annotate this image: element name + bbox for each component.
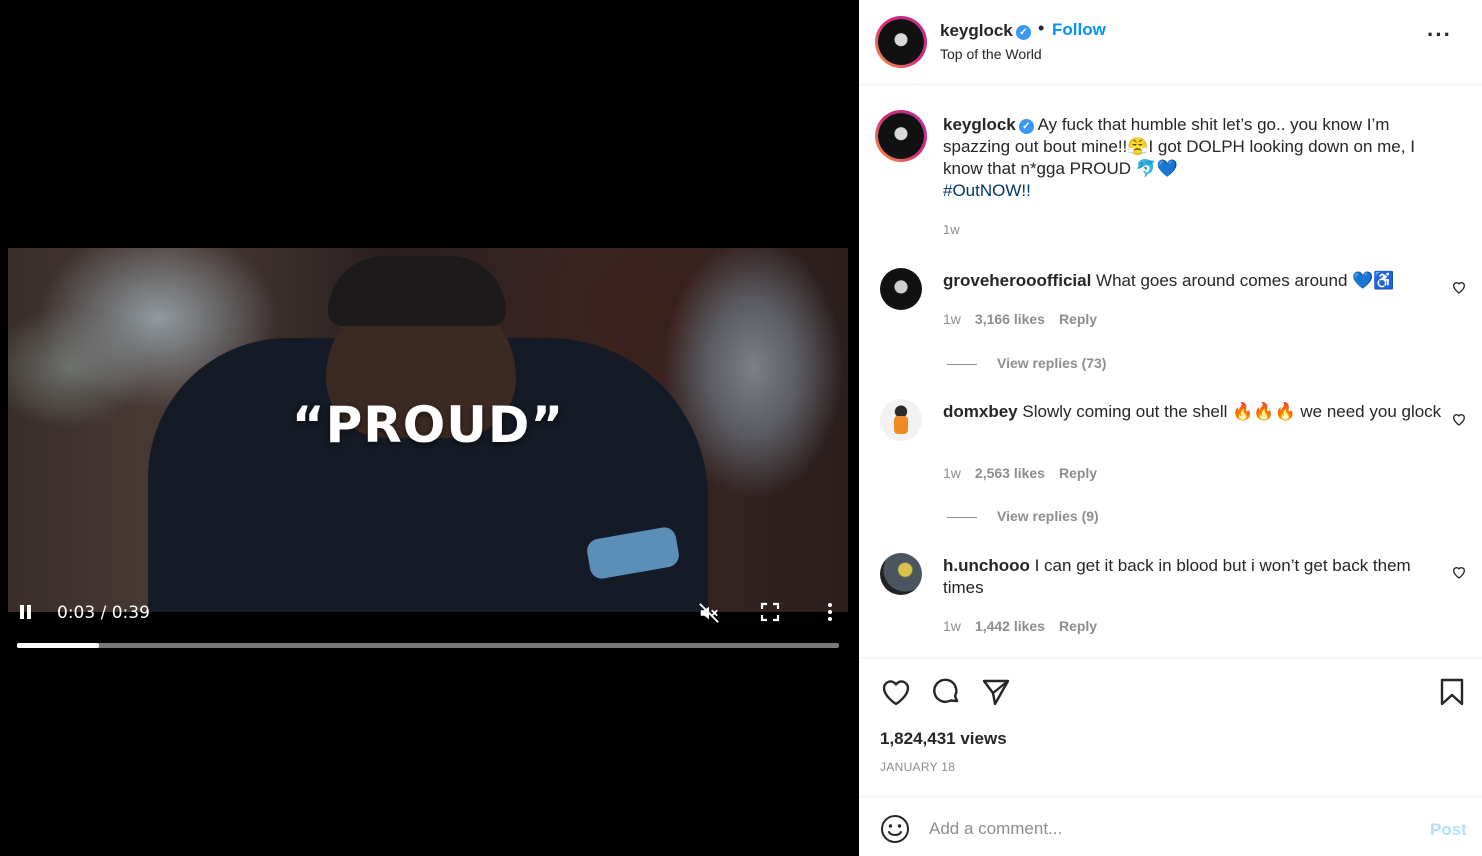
follow-button[interactable]: Follow [1052, 20, 1106, 40]
bookmark-icon[interactable] [1436, 676, 1468, 708]
comment-likes[interactable]: 3,166 likes [975, 311, 1045, 327]
comment-meta: 1w 1,442 likes Reply [943, 618, 1111, 634]
comment-time[interactable]: 1w [943, 465, 961, 481]
share-icon[interactable] [980, 676, 1012, 708]
reply-button[interactable]: Reply [1059, 465, 1097, 481]
post-date[interactable]: JANUARY 18 [880, 760, 955, 774]
video-player[interactable]: “PROUD” [8, 248, 848, 612]
post-side-panel: keyglock ✓ • Follow Top of the World ··· … [859, 0, 1482, 856]
video-controls: 0:03 / 0:39 [8, 596, 848, 656]
video-overlay-title: “PROUD” [291, 396, 565, 454]
comment-body: Slowly coming out the shell 🔥🔥🔥 we need … [1022, 402, 1442, 421]
header-separator: • [1038, 18, 1045, 38]
comment-avatar[interactable] [880, 399, 922, 441]
comment-body: What goes around comes around 💙♿ [1096, 271, 1395, 290]
fullscreen-icon[interactable] [760, 602, 780, 622]
comment-username[interactable]: h.unchooo [943, 556, 1030, 575]
divider-line [947, 363, 977, 365]
video-progress-bar[interactable] [17, 643, 839, 648]
post-caption: keyglock ✓ Ay fuck that humble shit let’s… [943, 114, 1453, 202]
caption-hashtag[interactable]: #OutNOW!! [943, 181, 1031, 200]
reply-button[interactable]: Reply [1059, 618, 1097, 634]
caption-avatar[interactable] [875, 110, 927, 162]
views-count[interactable]: 1,824,431 views [880, 729, 1007, 749]
emoji-icon[interactable] [880, 814, 910, 844]
comment-likes[interactable]: 2,563 likes [975, 465, 1045, 481]
caption-username[interactable]: keyglock [943, 115, 1016, 134]
view-replies-label: View replies (73) [997, 355, 1107, 371]
pause-icon[interactable] [18, 604, 34, 620]
more-horizontal-icon[interactable]: ··· [1427, 24, 1451, 50]
comment-meta: 1w 3,166 likes Reply [943, 311, 1111, 327]
post-header: keyglock ✓ • Follow Top of the World ··· [859, 0, 1482, 85]
comment-username[interactable]: domxbey [943, 402, 1018, 421]
video-time: 0:03 / 0:39 [57, 603, 150, 623]
comment-meta: 1w 2,563 likes Reply [943, 465, 1111, 481]
header-username[interactable]: keyglock ✓ [940, 21, 1031, 41]
comment-item: groveherooofficial What goes around come… [943, 270, 1443, 292]
avatar[interactable] [875, 16, 927, 68]
header-subtitle: Top of the World [940, 46, 1042, 62]
reply-button[interactable]: Reply [1059, 311, 1097, 327]
comment-heart-icon[interactable] [1451, 411, 1467, 427]
comment-item: h.unchooo I can get it back in blood but… [943, 555, 1443, 599]
header-username-text: keyglock [940, 21, 1013, 40]
comment-box: Post [859, 796, 1482, 856]
comment-time[interactable]: 1w [943, 618, 961, 634]
comment-avatar[interactable] [880, 553, 922, 595]
comment-icon[interactable] [930, 676, 962, 708]
action-bar: 1,824,431 views JANUARY 18 [859, 657, 1482, 797]
post-button[interactable]: Post [1430, 820, 1467, 840]
divider-line [947, 516, 977, 518]
caption-timestamp[interactable]: 1w [943, 222, 960, 237]
video-more-icon[interactable] [820, 602, 840, 622]
avatar-figure [894, 416, 908, 434]
comment-item: domxbey Slowly coming out the shell 🔥🔥🔥 … [943, 401, 1443, 423]
comment-time[interactable]: 1w [943, 311, 961, 327]
heart-icon[interactable] [880, 676, 912, 708]
video-progress-fill [17, 643, 100, 648]
comment-heart-icon[interactable] [1451, 564, 1467, 580]
comment-likes[interactable]: 1,442 likes [975, 618, 1045, 634]
view-replies-label: View replies (9) [997, 508, 1099, 524]
view-replies-button[interactable]: View replies (9) [947, 508, 1099, 524]
verified-badge-icon: ✓ [1018, 119, 1034, 134]
comment-username[interactable]: groveherooofficial [943, 271, 1091, 290]
video-figure-hat [328, 256, 506, 326]
muted-speaker-icon[interactable] [698, 602, 720, 624]
comment-input[interactable] [929, 814, 1409, 844]
comment-heart-icon[interactable] [1451, 279, 1467, 295]
video-pane: “PROUD” 0:03 / 0:39 [0, 0, 859, 856]
verified-badge-icon: ✓ [1015, 25, 1031, 40]
comment-avatar[interactable] [880, 268, 922, 310]
view-replies-button[interactable]: View replies (73) [947, 355, 1106, 371]
